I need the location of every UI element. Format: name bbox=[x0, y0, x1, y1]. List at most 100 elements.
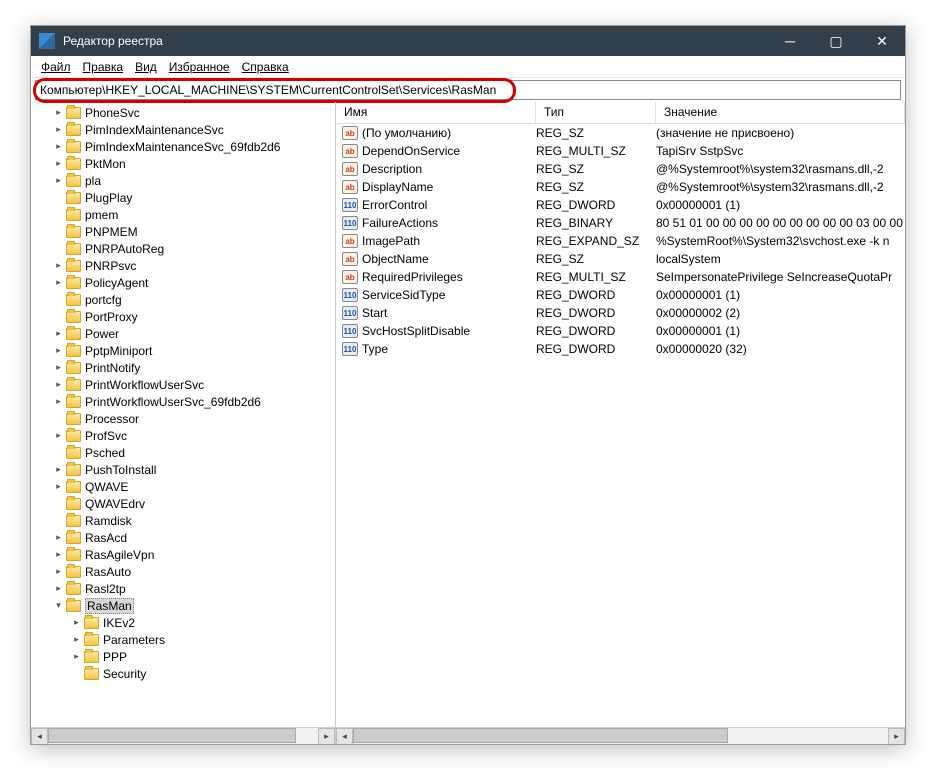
value-row-start[interactable]: 110StartREG_DWORD0x00000002 (2) bbox=[336, 304, 905, 322]
tree-item-ikev2[interactable]: ▸IKEv2 bbox=[35, 614, 335, 631]
value-row-errorcontrol[interactable]: 110ErrorControlREG_DWORD0x00000001 (1) bbox=[336, 196, 905, 214]
expand-icon[interactable]: ▸ bbox=[53, 124, 64, 135]
tree-item-ramdisk[interactable]: ▸Ramdisk bbox=[35, 512, 335, 529]
expand-icon[interactable]: ▸ bbox=[53, 158, 64, 169]
tree-item-pmem[interactable]: ▸pmem bbox=[35, 206, 335, 223]
expand-icon[interactable]: ▸ bbox=[53, 464, 64, 475]
scroll-right-button[interactable]: ▸ bbox=[318, 728, 335, 745]
expand-icon[interactable]: ▸ bbox=[53, 362, 64, 373]
menu-view[interactable]: Вид bbox=[129, 58, 163, 76]
address-input[interactable] bbox=[35, 80, 901, 100]
tree-item-phonesvc[interactable]: ▸PhoneSvc bbox=[35, 104, 335, 121]
tree-item-power[interactable]: ▸Power bbox=[35, 325, 335, 342]
scroll-right-button[interactable]: ▸ bbox=[888, 728, 905, 745]
column-name[interactable]: Имя bbox=[336, 102, 536, 123]
value-row-description[interactable]: abDescriptionREG_SZ@%Systemroot%\system3… bbox=[336, 160, 905, 178]
tree-item-rasl2tp[interactable]: ▸Rasl2tp bbox=[35, 580, 335, 597]
expand-icon[interactable]: ▸ bbox=[53, 141, 64, 152]
tree-hscrollbar[interactable]: ◂ ▸ bbox=[31, 727, 335, 744]
tree-item-rasagilevpn[interactable]: ▸RasAgileVpn bbox=[35, 546, 335, 563]
expand-icon[interactable]: ▸ bbox=[71, 651, 82, 662]
tree-item-rasman[interactable]: ▾RasMan bbox=[35, 597, 335, 614]
value-row-svchostsplitdisable[interactable]: 110SvcHostSplitDisableREG_DWORD0x0000000… bbox=[336, 322, 905, 340]
tree-item-psched[interactable]: ▸Psched bbox=[35, 444, 335, 461]
maximize-button[interactable]: ▢ bbox=[813, 26, 859, 56]
value-row-objectname[interactable]: abObjectNameREG_SZlocalSystem bbox=[336, 250, 905, 268]
tree-item-pnrpsvc[interactable]: ▸PNRPsvc bbox=[35, 257, 335, 274]
folder-icon bbox=[66, 209, 81, 221]
expand-icon[interactable]: ▸ bbox=[53, 583, 64, 594]
value-row-type[interactable]: 110TypeREG_DWORD0x00000020 (32) bbox=[336, 340, 905, 358]
tree-item-pnrpautoreg[interactable]: ▸PNRPAutoReg bbox=[35, 240, 335, 257]
tree-item-security[interactable]: ▸Security bbox=[35, 665, 335, 682]
tree-pane[interactable]: ▸PhoneSvc▸PimIndexMaintenanceSvc▸PimInde… bbox=[31, 102, 336, 744]
expand-icon[interactable]: ▸ bbox=[53, 430, 64, 441]
tree-item-portcfg[interactable]: ▸portcfg bbox=[35, 291, 335, 308]
column-data[interactable]: Значение bbox=[656, 102, 905, 123]
expand-icon[interactable]: ▸ bbox=[53, 481, 64, 492]
tree-item-profsvc[interactable]: ▸ProfSvc bbox=[35, 427, 335, 444]
values-list[interactable]: ab(По умолчанию)REG_SZ(значение не присв… bbox=[336, 124, 905, 727]
regedit-icon bbox=[39, 33, 55, 49]
tree-item-plugplay[interactable]: ▸PlugPlay bbox=[35, 189, 335, 206]
expand-icon[interactable]: ▸ bbox=[53, 379, 64, 390]
window-title: Редактор реестра bbox=[63, 34, 767, 48]
tree-item-parameters[interactable]: ▸Parameters bbox=[35, 631, 335, 648]
minimize-button[interactable]: ─ bbox=[767, 26, 813, 56]
value-row-servicesidtype[interactable]: 110ServiceSidTypeREG_DWORD0x00000001 (1) bbox=[336, 286, 905, 304]
value-row-failureactions[interactable]: 110FailureActionsREG_BINARY80 51 01 00 0… bbox=[336, 214, 905, 232]
tree-item-printworkflowusersvc_69fdb2d6[interactable]: ▸PrintWorkflowUserSvc_69fdb2d6 bbox=[35, 393, 335, 410]
expand-icon[interactable]: ▸ bbox=[53, 107, 64, 118]
titlebar[interactable]: Редактор реестра ─ ▢ ✕ bbox=[31, 26, 905, 56]
tree-item-pla[interactable]: ▸pla bbox=[35, 172, 335, 189]
tree-item-policyagent[interactable]: ▸PolicyAgent bbox=[35, 274, 335, 291]
tree-item-printworkflowusersvc[interactable]: ▸PrintWorkflowUserSvc bbox=[35, 376, 335, 393]
value-type: REG_EXPAND_SZ bbox=[536, 234, 656, 248]
menu-favorites[interactable]: Избранное bbox=[163, 58, 236, 76]
tree-item-pushtoinstall[interactable]: ▸PushToInstall bbox=[35, 461, 335, 478]
tree-item-processor[interactable]: ▸Processor bbox=[35, 410, 335, 427]
expand-icon[interactable]: ▸ bbox=[53, 549, 64, 560]
close-button[interactable]: ✕ bbox=[859, 26, 905, 56]
tree-item-rasacd[interactable]: ▸RasAcd bbox=[35, 529, 335, 546]
expand-icon[interactable]: ▸ bbox=[71, 634, 82, 645]
value-row-displayname[interactable]: abDisplayNameREG_SZ@%Systemroot%\system3… bbox=[336, 178, 905, 196]
value-row-[interactable]: ab(По умолчанию)REG_SZ(значение не присв… bbox=[336, 124, 905, 142]
expand-icon[interactable]: ▸ bbox=[53, 277, 64, 288]
scroll-track[interactable] bbox=[48, 728, 318, 744]
expand-icon[interactable]: ▸ bbox=[53, 260, 64, 271]
expand-icon[interactable]: ▸ bbox=[53, 566, 64, 577]
value-row-dependonservice[interactable]: abDependOnServiceREG_MULTI_SZTapiSrv Sst… bbox=[336, 142, 905, 160]
values-hscrollbar[interactable]: ◂ ▸ bbox=[336, 727, 905, 744]
tree-item-portproxy[interactable]: ▸PortProxy bbox=[35, 308, 335, 325]
scroll-left-button[interactable]: ◂ bbox=[336, 728, 353, 745]
scroll-track[interactable] bbox=[353, 728, 888, 744]
value-row-imagepath[interactable]: abImagePathREG_EXPAND_SZ%SystemRoot%\Sys… bbox=[336, 232, 905, 250]
expand-icon[interactable]: ▾ bbox=[53, 600, 64, 611]
expand-icon[interactable]: ▸ bbox=[53, 396, 64, 407]
scroll-left-button[interactable]: ◂ bbox=[31, 728, 48, 745]
tree-item-pktmon[interactable]: ▸PktMon bbox=[35, 155, 335, 172]
tree-item-pimindexmaintenancesvc_69fdb2d6[interactable]: ▸PimIndexMaintenanceSvc_69fdb2d6 bbox=[35, 138, 335, 155]
scroll-thumb[interactable] bbox=[48, 728, 296, 743]
expand-icon[interactable]: ▸ bbox=[53, 345, 64, 356]
binary-value-icon: 110 bbox=[342, 324, 358, 338]
tree-item-pnpmem[interactable]: ▸PNPMEM bbox=[35, 223, 335, 240]
tree-item-rasauto[interactable]: ▸RasAuto bbox=[35, 563, 335, 580]
tree-item-printnotify[interactable]: ▸PrintNotify bbox=[35, 359, 335, 376]
scroll-thumb[interactable] bbox=[353, 728, 728, 743]
column-type[interactable]: Тип bbox=[536, 102, 656, 123]
expand-icon[interactable]: ▸ bbox=[53, 328, 64, 339]
expand-icon[interactable]: ▸ bbox=[53, 175, 64, 186]
tree-item-pimindexmaintenancesvc[interactable]: ▸PimIndexMaintenanceSvc bbox=[35, 121, 335, 138]
expand-icon[interactable]: ▸ bbox=[71, 617, 82, 628]
tree-item-qwave[interactable]: ▸QWAVE bbox=[35, 478, 335, 495]
value-row-requiredprivileges[interactable]: abRequiredPrivilegesREG_MULTI_SZSeImpers… bbox=[336, 268, 905, 286]
tree-item-qwavedrv[interactable]: ▸QWAVEdrv bbox=[35, 495, 335, 512]
tree-item-ppp[interactable]: ▸PPP bbox=[35, 648, 335, 665]
expand-icon[interactable]: ▸ bbox=[53, 532, 64, 543]
menu-help[interactable]: Справка bbox=[236, 58, 295, 76]
tree-item-pptpminiport[interactable]: ▸PptpMiniport bbox=[35, 342, 335, 359]
menu-file[interactable]: Файл bbox=[35, 58, 77, 76]
menu-edit[interactable]: Правка bbox=[77, 58, 130, 76]
